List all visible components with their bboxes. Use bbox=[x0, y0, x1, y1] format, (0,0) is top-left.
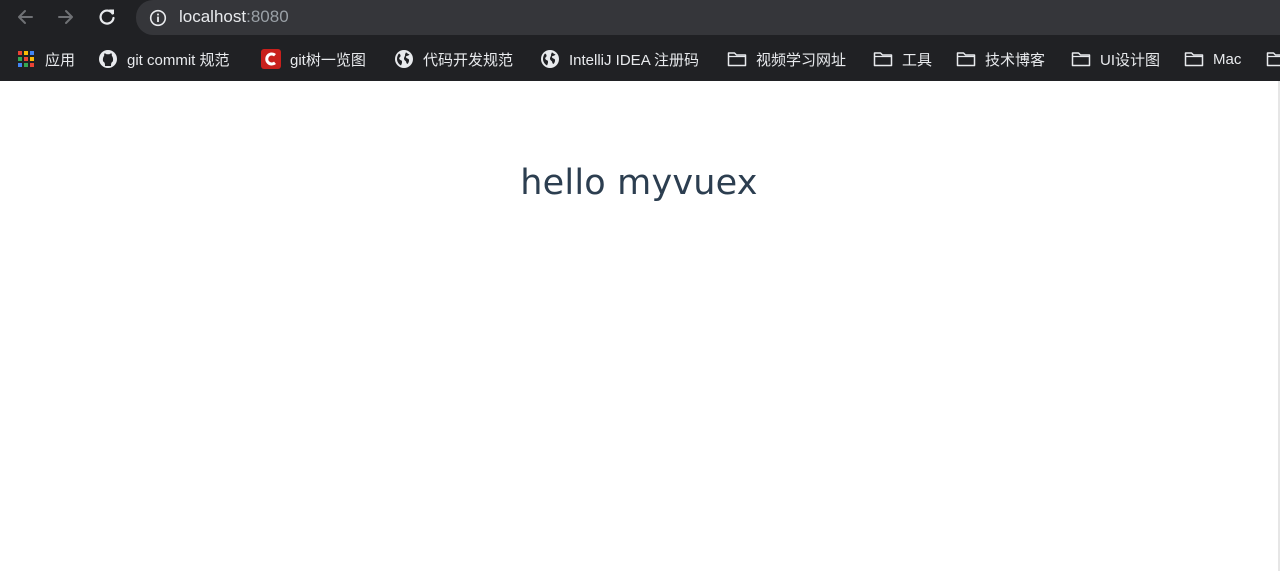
github-icon bbox=[98, 49, 118, 69]
reload-button[interactable] bbox=[95, 5, 119, 29]
apps-grid-icon bbox=[16, 49, 36, 69]
bookmark-folder-ui-design[interactable]: UI设计图 bbox=[1071, 47, 1160, 71]
url-port: :8080 bbox=[246, 7, 289, 26]
address-bar-background bbox=[136, 0, 1280, 35]
bookmark-label: 应用 bbox=[45, 51, 76, 69]
folder-icon bbox=[727, 49, 747, 69]
bookmark-git-commit[interactable]: git commit 规范 bbox=[98, 47, 230, 71]
hello-message: hello myvuex bbox=[520, 163, 758, 203]
folder-icon bbox=[1266, 52, 1280, 67]
address-bar[interactable]: localhost:8080 bbox=[136, 0, 1280, 35]
globe-icon bbox=[540, 49, 560, 69]
url-text[interactable]: localhost:8080 bbox=[179, 7, 289, 27]
bookmark-overflow-folder[interactable] bbox=[1266, 49, 1280, 69]
bookmark-folder-tech-blog[interactable]: 技术博客 bbox=[956, 47, 1045, 71]
page-content: hello myvuex bbox=[0, 81, 1280, 571]
globe-icon bbox=[394, 49, 414, 69]
bookmark-intellij[interactable]: IntelliJ IDEA 注册码 bbox=[540, 47, 699, 71]
browser-toolbar: localhost:8080 bbox=[0, 0, 1280, 35]
folder-icon bbox=[956, 49, 976, 69]
arrow-left-icon bbox=[18, 10, 33, 24]
forward-button[interactable] bbox=[54, 5, 78, 29]
bookmark-apps[interactable]: 应用 bbox=[16, 47, 75, 71]
bookmark-folder-video[interactable]: 视频学习网址 bbox=[727, 47, 846, 71]
bookmark-label: 技术博客 bbox=[985, 51, 1046, 69]
bookmark-coding-standards[interactable]: 代码开发规范 bbox=[394, 47, 513, 71]
folder-icon bbox=[873, 49, 893, 69]
url-host: localhost bbox=[179, 7, 247, 26]
bookmark-folder-mac[interactable]: Mac bbox=[1184, 47, 1241, 71]
browser-chrome: localhost:8080 应用 git commit 规范 git树一览图 … bbox=[0, 0, 1280, 81]
bookmark-git-tree[interactable]: git树一览图 bbox=[261, 47, 366, 71]
bookmark-label: git commit 规范 bbox=[127, 51, 230, 69]
bookmark-label: 工具 bbox=[902, 51, 933, 69]
bookmark-label: IntelliJ IDEA 注册码 bbox=[569, 51, 700, 69]
folder-icon bbox=[1071, 49, 1091, 69]
arrow-right-icon bbox=[58, 10, 73, 24]
bookmarks-bar: 应用 git commit 规范 git树一览图 代码开发规范 IntelliJ… bbox=[0, 40, 1280, 79]
bookmark-label: git树一览图 bbox=[290, 51, 366, 69]
bookmark-label: UI设计图 bbox=[1100, 51, 1161, 69]
folder-icon bbox=[1184, 49, 1204, 69]
csdn-icon bbox=[261, 49, 281, 69]
bookmark-label: 代码开发规范 bbox=[423, 51, 514, 69]
bookmark-label: Mac bbox=[1213, 50, 1242, 68]
info-icon[interactable] bbox=[149, 9, 167, 27]
bookmark-label: 视频学习网址 bbox=[756, 51, 847, 69]
back-button[interactable] bbox=[13, 5, 37, 29]
reload-icon bbox=[99, 9, 115, 25]
bookmark-folder-tools[interactable]: 工具 bbox=[873, 47, 932, 71]
